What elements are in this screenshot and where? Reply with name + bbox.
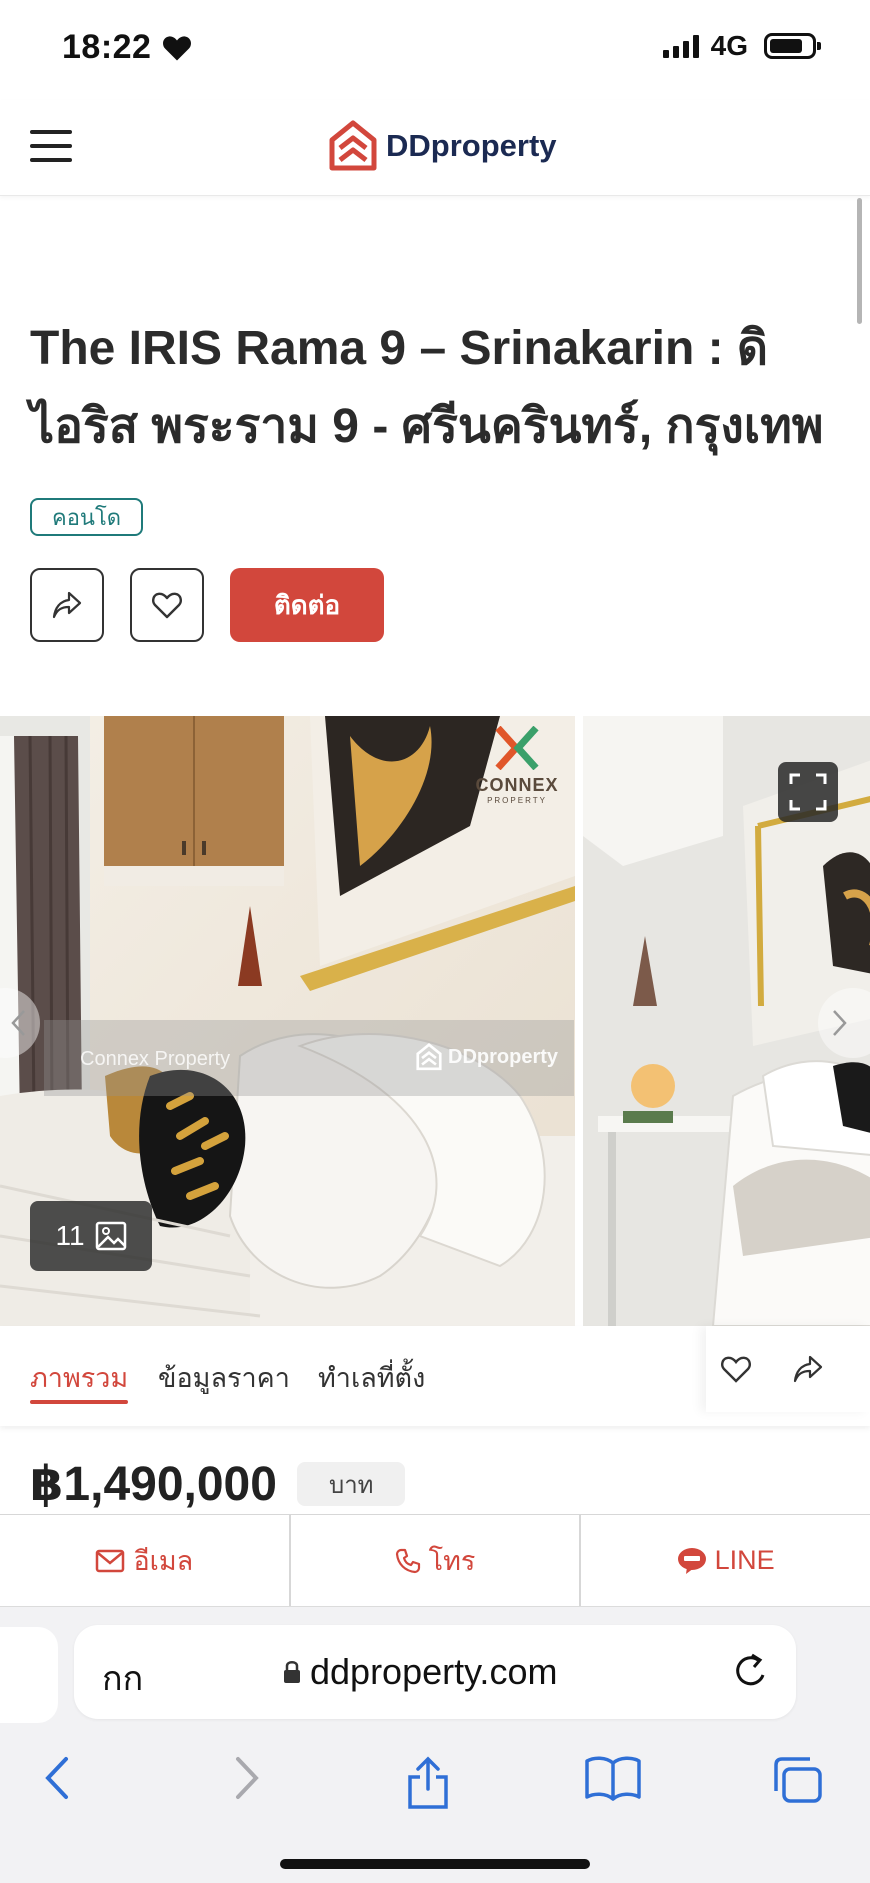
signal-icon bbox=[662, 34, 699, 58]
tab-price-info[interactable]: ข้อมูลราคา bbox=[158, 1356, 290, 1399]
price-currency: ฿ bbox=[30, 1458, 64, 1511]
active-tab-indicator bbox=[30, 1400, 128, 1404]
share-icon bbox=[52, 591, 82, 619]
share-icon[interactable] bbox=[792, 1354, 824, 1384]
browser-chrome: กก ddproperty.com bbox=[0, 1606, 870, 1883]
email-label: อีเมล bbox=[133, 1546, 194, 1576]
property-type-tag: คอนโด bbox=[30, 498, 144, 536]
url-text: ddproperty.com bbox=[310, 1651, 558, 1692]
tabs-icon[interactable] bbox=[770, 1755, 824, 1805]
line-button[interactable]: LINE bbox=[581, 1515, 870, 1606]
tab-actions bbox=[706, 1326, 870, 1412]
status-time: 18:22 bbox=[62, 28, 152, 66]
battery-icon bbox=[764, 33, 821, 59]
contact-bar: อีเมล โทร LINE bbox=[0, 1514, 870, 1606]
lock-icon bbox=[284, 1661, 300, 1683]
page-settings-button[interactable]: กก bbox=[102, 1651, 143, 1705]
save-favorite-button[interactable] bbox=[130, 568, 204, 642]
line-label: LINE bbox=[714, 1545, 775, 1575]
hamburger-icon[interactable] bbox=[30, 130, 72, 162]
status-bar: 18:22 4G bbox=[0, 0, 870, 100]
forward-icon[interactable] bbox=[232, 1755, 262, 1801]
heart-filled-icon bbox=[163, 36, 191, 61]
ddproperty-watermark-icon bbox=[416, 1042, 442, 1071]
call-label: โทร bbox=[428, 1546, 476, 1576]
heart-outline-icon[interactable] bbox=[720, 1354, 752, 1384]
watermark-brand: DDproperty bbox=[414, 1042, 558, 1072]
tab-location[interactable]: ทำเลที่ตั้ง bbox=[318, 1356, 425, 1399]
listing-title: The IRIS Rama 9 – Srinakarin : ดิ ไอริส … bbox=[30, 322, 824, 453]
address-bar[interactable]: กก ddproperty.com bbox=[74, 1625, 796, 1719]
site-logo[interactable]: DDproperty bbox=[326, 118, 557, 174]
heart-outline-icon bbox=[152, 592, 182, 619]
price-row: ฿ 1,490,000 บาท bbox=[30, 1456, 406, 1512]
connex-logo-name: CONNEX bbox=[475, 775, 559, 795]
url-display[interactable]: ddproperty.com bbox=[282, 1651, 557, 1693]
call-button[interactable]: โทร bbox=[291, 1515, 582, 1606]
page-scrollbar[interactable] bbox=[857, 198, 862, 324]
reload-icon[interactable] bbox=[732, 1651, 770, 1691]
network-type: 4G bbox=[710, 30, 748, 61]
price-unit: บาท bbox=[296, 1462, 406, 1506]
section-tabs: ภาพรวม ข้อมูลราคา ทำเลที่ตั้ง bbox=[0, 1326, 870, 1426]
connex-logo-icon bbox=[495, 725, 539, 771]
photo-count-badge[interactable]: 11 bbox=[30, 1201, 152, 1271]
fullscreen-button[interactable] bbox=[778, 762, 838, 822]
email-button[interactable]: อีเมล bbox=[0, 1515, 291, 1606]
line-chat-icon bbox=[677, 1547, 706, 1574]
photo-gallery[interactable]: Connex Property DDproperty CONNEX PROPER… bbox=[0, 716, 870, 1326]
connex-logo-sub: PROPERTY bbox=[487, 796, 547, 805]
browser-toolbar bbox=[0, 1747, 870, 1817]
contact-button[interactable]: ติดต่อ bbox=[230, 568, 384, 642]
phone-icon bbox=[395, 1548, 420, 1573]
status-indicators: 4G bbox=[662, 30, 821, 62]
ddproperty-logo-icon bbox=[329, 120, 377, 171]
listing-photo-main[interactable]: Connex Property DDproperty CONNEX PROPER… bbox=[0, 716, 575, 1326]
price-amount: 1,490,000 bbox=[63, 1457, 277, 1511]
previous-tab-preview[interactable] bbox=[0, 1627, 58, 1723]
connex-logo: CONNEX PROPERTY bbox=[472, 725, 562, 805]
image-icon bbox=[95, 1221, 126, 1251]
share-button[interactable] bbox=[30, 568, 104, 642]
bookmarks-icon[interactable] bbox=[584, 1755, 642, 1801]
expand-icon bbox=[789, 773, 827, 811]
site-header: DDproperty bbox=[0, 100, 870, 196]
home-indicator[interactable] bbox=[280, 1859, 590, 1869]
watermark-brand-text: DDproperty bbox=[448, 1045, 559, 1068]
chevron-left-icon bbox=[11, 1010, 25, 1036]
watermark-agent: Connex Property bbox=[80, 1048, 231, 1070]
chevron-right-icon bbox=[833, 1010, 847, 1036]
listing-actions: ติดต่อ bbox=[30, 568, 384, 642]
tab-overview[interactable]: ภาพรวม bbox=[30, 1356, 128, 1399]
share-sheet-icon[interactable] bbox=[404, 1755, 452, 1811]
photo-count: 11 bbox=[55, 1220, 85, 1251]
logo-text: DDproperty bbox=[386, 128, 557, 163]
mail-icon bbox=[96, 1549, 125, 1572]
back-icon[interactable] bbox=[42, 1755, 72, 1801]
